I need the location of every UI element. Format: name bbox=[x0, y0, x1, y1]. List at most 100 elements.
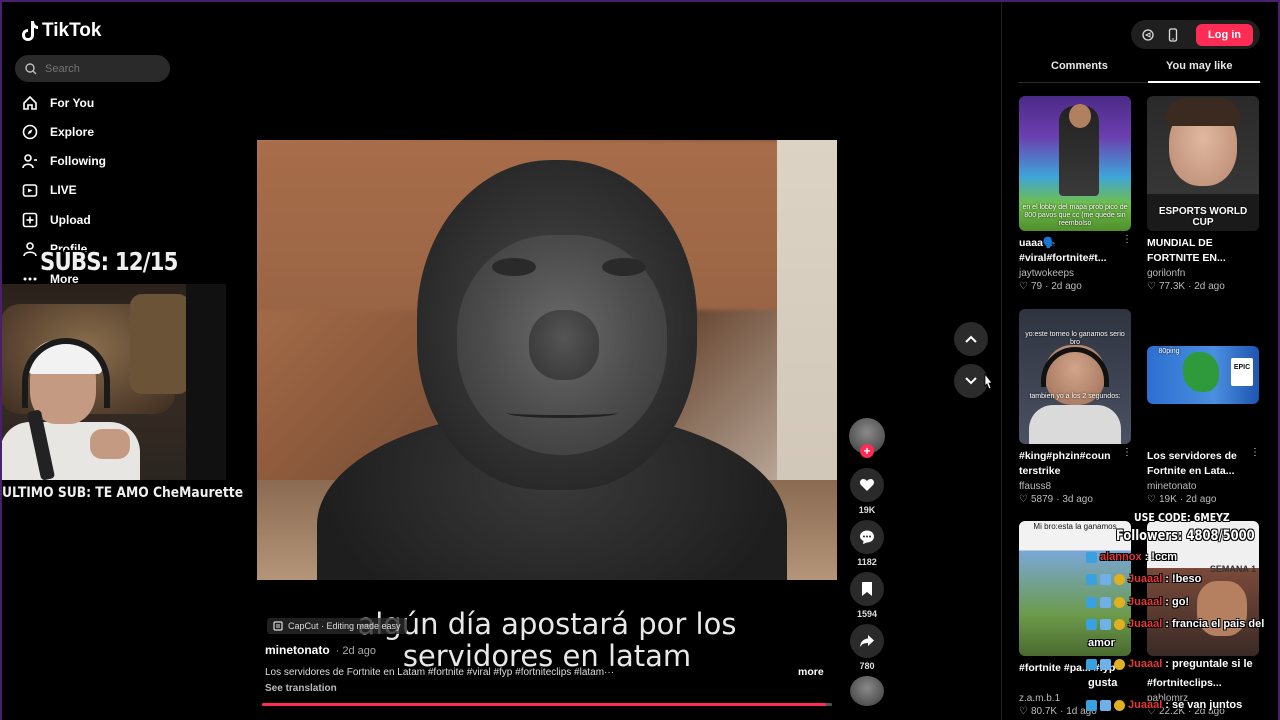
capcut-tag[interactable]: CapCut · Editing made easy bbox=[267, 618, 407, 634]
thumb-caption: SEMANA 1 bbox=[1209, 564, 1257, 574]
card-date: · 2d ago bbox=[1179, 494, 1217, 505]
card-author[interactable]: gorilonfn bbox=[1147, 268, 1185, 279]
music-disc[interactable] bbox=[850, 676, 884, 706]
chat-badge-icon bbox=[1086, 573, 1097, 585]
chat-badge-icon bbox=[1086, 618, 1097, 630]
mouse-cursor-icon bbox=[984, 373, 993, 390]
tab-comments[interactable]: Comments bbox=[1051, 60, 1108, 72]
card-options-icon[interactable]: ⋮ bbox=[1122, 234, 1132, 245]
thumb-caption: EPIC bbox=[1233, 364, 1251, 371]
capcut-label: CapCut · Editing made easy bbox=[288, 621, 401, 631]
sidebar-item-explore[interactable]: Explore bbox=[22, 124, 94, 140]
video-description: Los servidores de Fortnite en Latam #for… bbox=[265, 667, 615, 678]
monkey-nose bbox=[529, 310, 599, 380]
video-player[interactable] bbox=[257, 140, 837, 580]
sidebar-item-upload[interactable]: Upload bbox=[22, 212, 91, 228]
card-meta: ♡ 5879 · 3d ago bbox=[1019, 494, 1093, 505]
tab-you-may-like[interactable]: You may like bbox=[1166, 60, 1232, 72]
chat-message: Juaaal : go! bbox=[1086, 596, 1189, 608]
card-author[interactable]: minetonato bbox=[1147, 481, 1196, 492]
card-author[interactable]: z.a.m.b.1 bbox=[1019, 693, 1060, 704]
like-count: 19K bbox=[858, 505, 876, 515]
card-meta: ♡ 79 · 2d ago bbox=[1019, 281, 1082, 292]
sidebar-item-for-you[interactable]: For You bbox=[22, 95, 94, 111]
like-button[interactable] bbox=[850, 468, 884, 502]
monkey-mouth bbox=[507, 408, 617, 418]
thumb-caption: Mi bro:esta la ganamos bbox=[1033, 522, 1117, 531]
home-icon bbox=[23, 95, 37, 110]
chat-badge-icon bbox=[1100, 699, 1111, 711]
share-button[interactable] bbox=[850, 624, 884, 658]
bookmark-icon bbox=[862, 582, 872, 596]
video-card-thumbnail[interactable]: en el lobby del mapa prob pico de 800 pa… bbox=[1019, 96, 1131, 231]
chat-username: Juaaal bbox=[1128, 618, 1163, 630]
card-author[interactable]: jaytwokeeps bbox=[1019, 268, 1074, 279]
video-card-thumbnail[interactable]: Mi bro:esta la ganamos bbox=[1019, 521, 1131, 656]
upload-icon bbox=[22, 212, 38, 228]
panel-divider bbox=[1001, 0, 1002, 720]
card-likes: 5879 bbox=[1030, 494, 1054, 505]
video-progress-fill bbox=[262, 703, 827, 706]
subs-counter: SUBS: 12/15 bbox=[40, 247, 178, 276]
video-progress-bar[interactable] bbox=[262, 703, 832, 706]
comment-icon bbox=[860, 530, 874, 544]
video-author[interactable]: minetonato bbox=[265, 643, 330, 657]
card-title[interactable]: MUNDIAL DE FORTNITE EN... bbox=[1147, 236, 1251, 266]
card-title[interactable]: #king#phzin#coun terstrike bbox=[1019, 449, 1123, 479]
comment-button[interactable] bbox=[850, 520, 884, 554]
card-title[interactable]: uaaa🗣️ #viral#fortnite#t... bbox=[1019, 236, 1123, 266]
card-options-icon[interactable]: ⋮ bbox=[1122, 447, 1132, 458]
sidebar-item-label: Upload bbox=[50, 213, 91, 227]
active-tab-indicator bbox=[1148, 81, 1260, 83]
follow-plus-icon[interactable]: + bbox=[860, 444, 874, 458]
chat-badge-icon bbox=[1086, 699, 1097, 711]
chat-username: alannox bbox=[1100, 551, 1142, 563]
video-date: · 2d ago bbox=[335, 645, 377, 657]
chat-badge-icon bbox=[1086, 596, 1097, 608]
video-card-thumbnail[interactable]: 80ping EPIC bbox=[1147, 346, 1259, 404]
thumb-caption: ESPORTS WORLD CUP bbox=[1158, 206, 1248, 228]
chat-text: : go! bbox=[1165, 596, 1190, 608]
search-bar[interactable] bbox=[15, 55, 170, 82]
share-icon bbox=[860, 635, 874, 647]
login-button[interactable]: Log in bbox=[1196, 24, 1253, 46]
search-input[interactable] bbox=[45, 62, 155, 75]
card-date: · 3d ago bbox=[1056, 494, 1093, 505]
following-icon bbox=[22, 154, 37, 169]
card-likes: 80.7K bbox=[1030, 706, 1058, 717]
app-name: TikTok bbox=[42, 20, 102, 41]
see-translation-link[interactable]: See translation bbox=[265, 683, 337, 694]
save-button[interactable] bbox=[850, 572, 884, 606]
coin-badge-icon bbox=[1114, 658, 1125, 670]
tiktok-logo[interactable]: TikTok bbox=[20, 20, 101, 42]
heart-icon bbox=[859, 479, 875, 491]
video-card-thumbnail[interactable]: ESPORTS WORLD CUP bbox=[1147, 96, 1259, 231]
use-code-label: USE CODE: 6MEYZ bbox=[1134, 511, 1230, 524]
sidebar-item-live[interactable]: LIVE bbox=[22, 182, 77, 198]
thumb-caption: yo:este torneo lo ganamos serio bro bbox=[1025, 331, 1125, 346]
card-title[interactable]: Los servidores de Fortnite en Lata... bbox=[1147, 449, 1251, 479]
sidebar-item-label: Following bbox=[50, 154, 106, 168]
heart-outline-icon: ♡ bbox=[1019, 706, 1028, 717]
sidebar-item-following[interactable]: Following bbox=[22, 153, 106, 169]
phone-icon[interactable] bbox=[1166, 28, 1180, 42]
coin-icon[interactable] bbox=[1141, 28, 1155, 42]
compass-icon bbox=[22, 124, 38, 140]
card-date: · 2d ago bbox=[1045, 281, 1082, 292]
live-icon bbox=[22, 184, 38, 197]
share-count: 780 bbox=[859, 661, 875, 671]
coin-badge-icon bbox=[1114, 699, 1125, 711]
monkey-eye-right bbox=[602, 258, 646, 276]
card-author[interactable]: ffauss8 bbox=[1019, 481, 1051, 492]
description-more-link[interactable]: more bbox=[798, 666, 824, 678]
video-card-thumbnail[interactable]: yo:este torneo lo ganamos serio bro tamb… bbox=[1019, 309, 1131, 444]
card-options-icon[interactable]: ⋮ bbox=[1250, 447, 1260, 458]
card-date: · 2d ago bbox=[1188, 281, 1225, 292]
previous-video-button[interactable] bbox=[954, 322, 988, 356]
card-title[interactable]: #fortniteclips... bbox=[1147, 676, 1251, 691]
chat-text: : preguntale si le bbox=[1165, 658, 1253, 670]
chat-message: alannox : !ccm bbox=[1086, 551, 1177, 563]
profile-icon bbox=[23, 242, 37, 257]
video-author-line[interactable]: minetonato · 2d ago bbox=[265, 643, 376, 657]
card-likes: 19K bbox=[1158, 494, 1177, 505]
